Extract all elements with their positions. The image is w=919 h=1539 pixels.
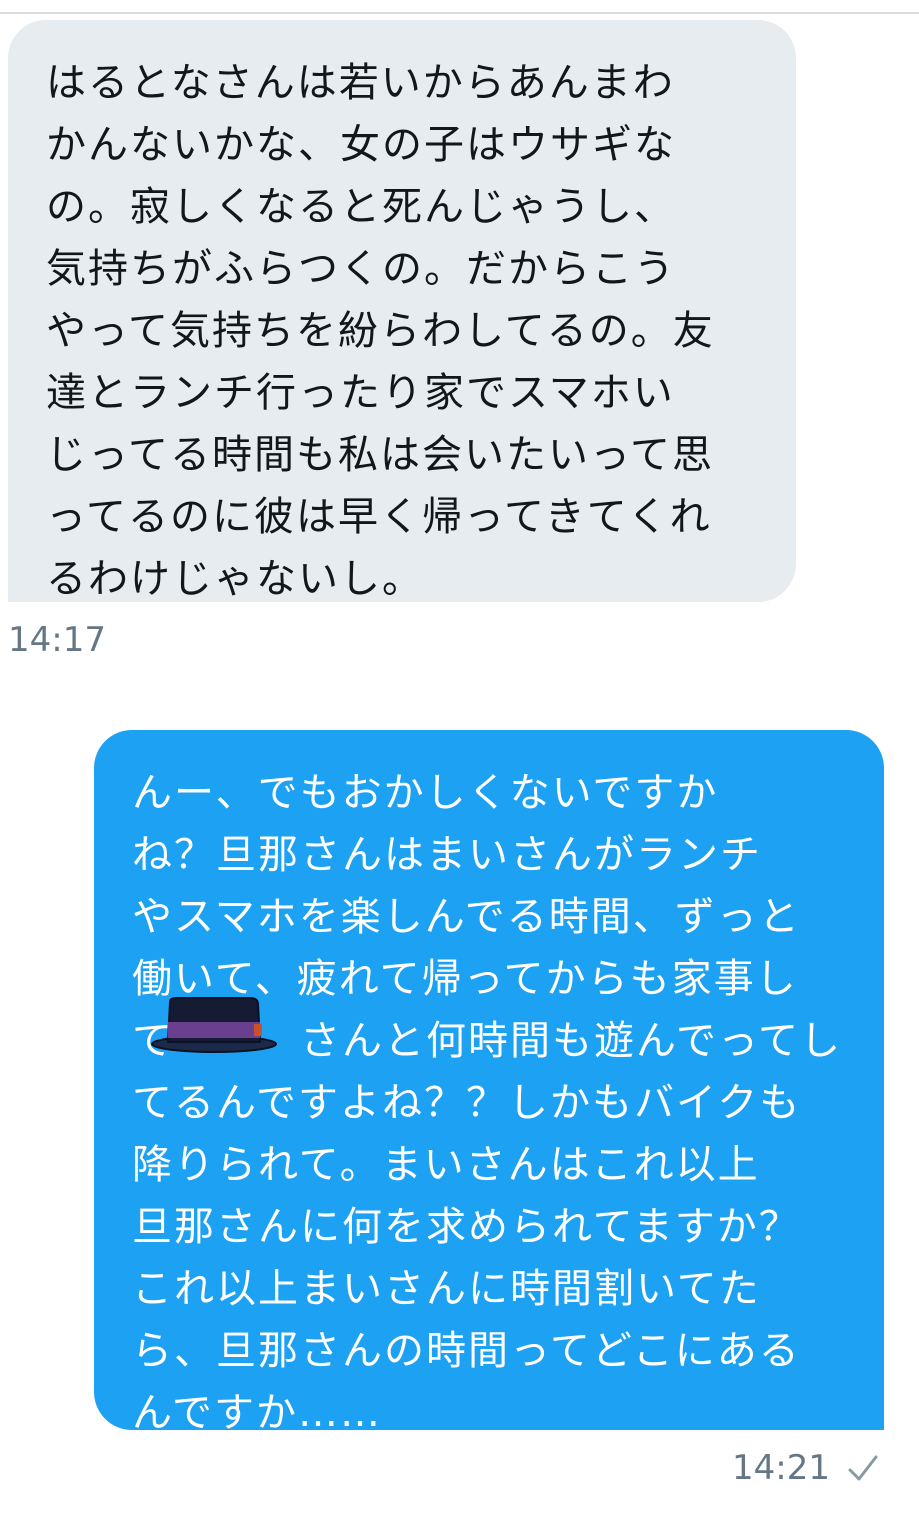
message-line: てるんですよね？？しかもバイクも: [132, 1080, 802, 1126]
sent-message-timestamp: 14:21: [732, 1448, 830, 1488]
checkmark-icon: [848, 1455, 878, 1481]
message-line: るわけじゃないし。: [46, 556, 424, 602]
message-line: かんないかな、女の子はウサギな: [46, 122, 676, 168]
message-line: んですか……: [132, 1390, 382, 1436]
message-line: の。寂しくなると死んじゃうし、: [46, 184, 676, 230]
message-line: ってるのに彼は早く帰ってきてくれ: [46, 494, 712, 540]
received-message-bubble[interactable]: はるとなさんは若いからあんまわ かんないかな、女の子はウサギな の。寂しくなると…: [8, 20, 796, 602]
message-line: ね？旦那さんはまいさんがランチ: [132, 832, 762, 878]
hat-sticker-redaction: [151, 997, 277, 1053]
message-line: はるとなさんは若いからあんまわ: [46, 60, 675, 106]
message-line: これ以上まいさんに時間割いてた: [132, 1266, 761, 1312]
top-divider: [0, 0, 919, 14]
message-line: 降りられて。まいさんはこれ以上: [132, 1142, 760, 1188]
message-line: ら、旦那さんの時間ってどこにある: [132, 1328, 801, 1374]
message-line: やスマホを楽しんでる時間、ずっと: [132, 894, 801, 940]
message-line: んー、でもおかしくないですか: [132, 770, 719, 816]
message-line: やって気持ちを紛らわしてるの。友: [46, 308, 715, 354]
message-line: 気持ちがふらつくの。だからこう: [46, 246, 676, 292]
sent-message-bubble[interactable]: んー、でもおかしくないですか ね？旦那さんはまいさんがランチ やスマホを楽しんで…: [94, 730, 884, 1436]
received-message-timestamp: 14:17: [8, 620, 106, 660]
message-line: 達とランチ行ったり家でスマホい: [46, 370, 675, 416]
message-line: 旦那さんに何を求められてますか？: [132, 1204, 801, 1250]
message-line: じってる時間も私は会いたいって思: [46, 432, 714, 478]
